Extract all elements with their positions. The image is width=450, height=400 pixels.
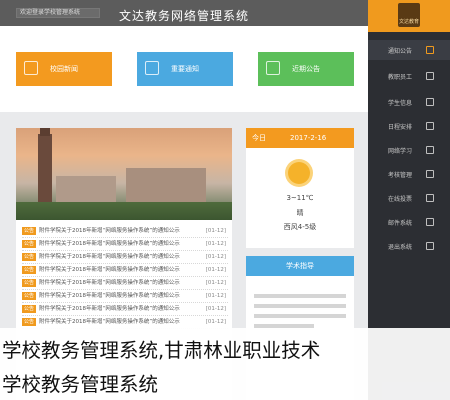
caption-line-1: 学校教务管理系统,甘肃林业职业技术 [2,339,321,362]
logout-icon [426,242,434,250]
sun-icon [288,162,310,184]
sidebar-item-label: 在线投票 [388,195,413,203]
weather-widget: 今日 2017-2-16 3~11℃ 晴 西风4-5级 [246,128,354,248]
person-icon [426,72,434,80]
shortcut-tiles-panel: 校园新闻 重要通知 近期公告 [0,26,368,112]
news-title: 附件学院关于2018年新增“网络服务操作系统”的通知公示 [39,241,180,247]
list-item[interactable]: 公告 附件学院关于2018年新增“网络服务操作系统”的通知公示 [01-12] [22,291,228,303]
news-date: [01-12] [205,306,226,312]
tile-label: 校园新闻 [50,65,78,73]
news-title: 附件学院关于2018年新增“网络服务操作系统”的通知公示 [39,280,180,286]
page-title: 文达教务网络管理系统 [118,9,249,23]
tile-recent-announcement[interactable]: 近期公告 [258,52,354,86]
tile-label: 重要通知 [171,65,199,73]
calendar-icon [426,122,434,130]
news-title: 附件学院关于2018年新增“网络服务操作系统”的通知公示 [39,293,180,299]
sidebar-item-label: 通知公告 [388,47,413,55]
building-shape [126,168,206,204]
sidebar-item-students[interactable]: 学生信息 [368,92,450,112]
board-text-line [254,304,346,308]
sidebar-item-notice[interactable]: 通知公告 [368,40,450,60]
list-item[interactable]: 公告 附件学院关于2018年新增“网络服务操作系统”的通知公示 [01-12] [22,252,228,264]
sidebar-item-learning[interactable]: 网络学习 [368,140,450,160]
news-title: 附件学院关于2018年新增“网络服务操作系统”的通知公示 [39,254,180,260]
sidebar-item-label: 网络学习 [388,147,413,155]
board-text-line [254,314,346,318]
status-badge: 公告 [22,279,37,287]
news-title: 附件学院关于2018年新增“网络服务操作系统”的通知公示 [39,306,180,312]
sidebar-item-label: 退出系统 [388,243,413,251]
building-shape [56,176,116,204]
mail-icon [426,218,434,226]
book-icon [426,146,434,154]
news-date: [01-12] [205,293,226,299]
sidebar-item-label: 邮件系统 [388,219,413,227]
graduation-cap-icon [426,98,434,106]
weather-header: 今日 2017-2-16 [246,128,354,148]
weather-today-label: 今日 [252,134,266,142]
news-date: [01-12] [205,241,226,247]
weather-wind: 西风4-5级 [283,223,317,231]
status-badge: 公告 [22,292,37,300]
campus-photo [16,128,232,220]
news-title: 附件学院关于2018年新增“网络服务操作系统”的通知公示 [39,228,180,234]
news-date: [01-12] [205,267,226,273]
news-date: [01-12] [205,254,226,260]
notice-icon [145,61,159,75]
status-badge: 公告 [22,227,37,235]
weather-condition: 晴 [296,209,304,217]
tile-campus-news[interactable]: 校园新闻 [16,52,112,86]
bell-icon [426,46,434,54]
tile-important-notice[interactable]: 重要通知 [137,52,233,86]
clipboard-icon [426,170,434,178]
announcement-icon [266,61,280,75]
sidebar-item-assessment[interactable]: 考核管理 [368,164,450,184]
sidebar-item-mail[interactable]: 邮件系统 [368,212,450,232]
news-date: [01-12] [205,319,226,325]
list-item[interactable]: 公告 附件学院关于2018年新增“网络服务操作系统”的通知公示 [01-12] [22,278,228,290]
list-item[interactable]: 公告 附件学院关于2018年新增“网络服务操作系统”的通知公示 [01-12] [22,239,228,251]
vote-icon [426,194,434,202]
news-date: [01-12] [205,228,226,234]
status-badge: 公告 [22,253,37,261]
list-item[interactable]: 公告 附件学院关于2018年新增“网络服务操作系统”的通知公示 [01-12] [22,304,228,316]
logo: 文达教育 [398,3,420,27]
status-badge: 公告 [22,240,37,248]
sidebar-item-schedule[interactable]: 日程安排 [368,116,450,136]
news-title: 附件学院关于2018年新增“网络服务操作系统”的通知公示 [39,319,180,325]
sidebar-item-logout[interactable]: 退出系统 [368,236,450,256]
caption-line-2: 学校教务管理系统 [2,373,159,396]
status-badge: 公告 [22,318,37,326]
logo-area[interactable]: 文达教育 [368,0,450,32]
status-badge: 公告 [22,305,37,313]
list-item[interactable]: 公告 附件学院关于2018年新增“网络服务操作系统”的通知公示 [01-12] [22,265,228,277]
sidebar-item-staff[interactable]: 教职员工 [368,66,450,86]
academic-board-title[interactable]: 学术指导 [246,256,354,276]
list-item[interactable]: 公告 附件学院关于2018年新增“网络服务操作系统”的通知公示 [01-12] [22,226,228,238]
status-badge: 公告 [22,266,37,274]
clock-tower-shape [38,134,52,204]
news-date: [01-12] [205,280,226,286]
news-icon [24,61,38,75]
clock-tower-top-shape [40,128,50,136]
sidebar-item-label: 日程安排 [388,123,413,131]
tile-label: 近期公告 [292,65,320,73]
weather-temperature: 3~11℃ [286,194,314,202]
sidebar-item-label: 考核管理 [388,171,413,179]
board-text-line [254,294,346,298]
top-bar: 欢迎登录学校管理系统 文达教务网络管理系统 [0,0,368,26]
weather-date: 2017-2-16 [290,134,327,142]
sidebar-item-vote[interactable]: 在线投票 [368,188,450,208]
news-title: 附件学院关于2018年新增“网络服务操作系统”的通知公示 [39,267,180,273]
sidebar-item-label: 教职员工 [388,73,413,81]
sidebar-item-label: 学生信息 [388,99,413,107]
trees-shape [16,202,232,220]
caption-overlay: 学校教务管理系统,甘肃林业职业技术 学校教务管理系统 [0,328,450,400]
